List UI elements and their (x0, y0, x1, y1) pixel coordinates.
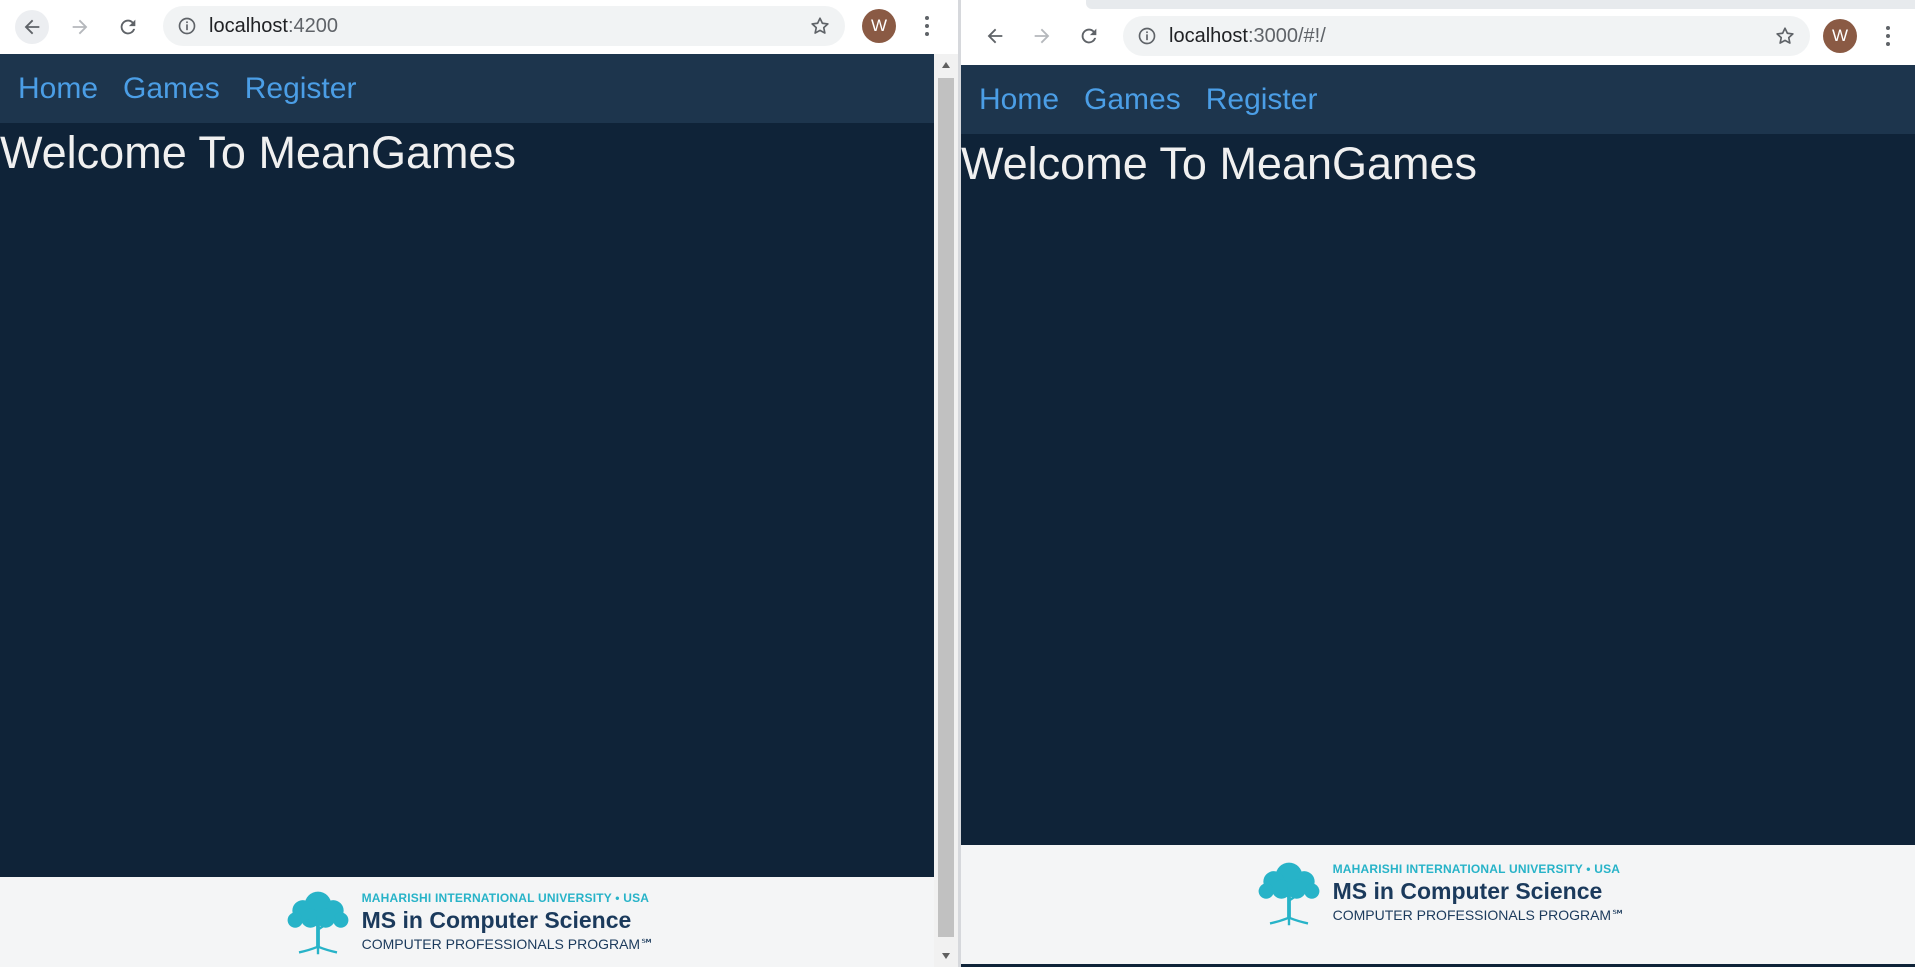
url-path: :3000/#!/ (1247, 24, 1326, 47)
browser-toolbar: localhost:4200 W (0, 0, 958, 54)
kebab-menu-icon[interactable] (917, 11, 937, 41)
logo-program-text: COMPUTER PROFESSIONALS PROGRAM℠ (1332, 907, 1626, 923)
footer: MAHARISHI INTERNATIONAL UNIVERSITY • USA… (961, 845, 1915, 967)
forward-button[interactable] (1025, 19, 1059, 53)
star-icon[interactable] (809, 15, 831, 37)
footer: MAHARISHI INTERNATIONAL UNIVERSITY • USA… (0, 877, 934, 967)
arrow-left-icon (24, 19, 40, 35)
page-title: Welcome To MeanGames (0, 127, 517, 178)
browser-toolbar: localhost:3000/#!/ W (961, 0, 1915, 65)
url-host: localhost (1169, 24, 1248, 47)
arrow-right-icon (72, 19, 88, 35)
star-icon[interactable] (1774, 25, 1796, 47)
nav-link-register[interactable]: Register (245, 72, 357, 106)
nav-link-home[interactable]: Home (979, 83, 1059, 117)
browser-window-right: localhost:3000/#!/ W Home Games Register… (961, 0, 1915, 967)
app-navbar: Home Games Register (961, 65, 1915, 134)
university-logo: MAHARISHI INTERNATIONAL UNIVERSITY • USA… (1251, 855, 1626, 931)
tree-logo-icon (1258, 862, 1320, 926)
tab-strip (1086, 0, 1915, 9)
logo-program-text: COMPUTER PROFESSIONALS PROGRAM℠ (361, 936, 655, 952)
page-viewport: Home Games Register Welcome To MeanGames (0, 54, 934, 967)
info-icon (178, 17, 196, 35)
university-logo: MAHARISHI INTERNATIONAL UNIVERSITY • USA… (280, 884, 655, 960)
nav-link-games[interactable]: Games (123, 72, 220, 106)
info-icon (1138, 27, 1156, 45)
reload-icon (1081, 28, 1097, 44)
browser-window-left: localhost:4200 W Home Games Register Wel… (0, 0, 958, 967)
kebab-menu-icon[interactable] (1878, 21, 1898, 51)
arrow-right-icon (1034, 28, 1050, 44)
profile-avatar[interactable]: W (1823, 19, 1857, 53)
url-host: localhost (209, 14, 288, 37)
vertical-scrollbar[interactable] (934, 54, 958, 967)
arrow-left-icon (987, 28, 1003, 44)
nav-link-home[interactable]: Home (18, 72, 98, 106)
nav-link-games[interactable]: Games (1084, 83, 1181, 117)
back-button[interactable] (978, 19, 1012, 53)
scrollbar-thumb[interactable] (938, 78, 954, 937)
url-port: :4200 (287, 14, 338, 37)
address-bar[interactable]: localhost:3000/#!/ (1123, 16, 1810, 56)
reload-button[interactable] (111, 10, 145, 44)
page-title: Welcome To MeanGames (961, 138, 1478, 189)
desktop: localhost:4200 W Home Games Register Wel… (0, 0, 1915, 967)
logo-university-text: MAHARISHI INTERNATIONAL UNIVERSITY • USA (1332, 862, 1621, 876)
address-bar[interactable]: localhost:4200 (163, 6, 845, 46)
app-navbar: Home Games Register (0, 54, 934, 123)
reload-icon (120, 19, 136, 35)
scroll-down-arrow-icon[interactable] (934, 947, 958, 965)
logo-degree-text: MS in Computer Science (361, 907, 632, 933)
logo-degree-text: MS in Computer Science (1332, 878, 1603, 904)
address-text: localhost:4200 (209, 15, 338, 38)
reload-button[interactable] (1072, 19, 1106, 53)
scroll-up-arrow-icon[interactable] (934, 56, 958, 74)
back-button[interactable] (15, 10, 49, 44)
logo-university-text: MAHARISHI INTERNATIONAL UNIVERSITY • USA (361, 891, 650, 905)
tree-logo-icon (287, 891, 349, 955)
profile-avatar[interactable]: W (862, 9, 896, 43)
forward-button[interactable] (63, 10, 97, 44)
nav-link-register[interactable]: Register (1206, 83, 1318, 117)
page-viewport: Home Games Register Welcome To MeanGames (961, 65, 1915, 967)
address-text: localhost:3000/#!/ (1169, 25, 1326, 48)
